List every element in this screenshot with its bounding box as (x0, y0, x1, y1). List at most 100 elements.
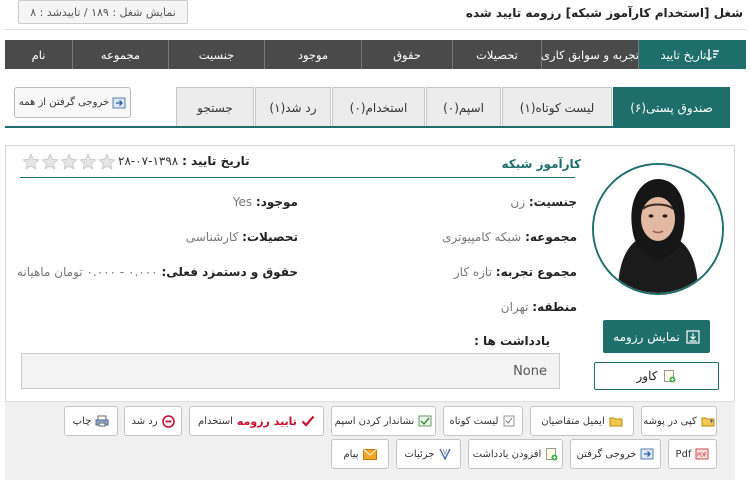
sort-category[interactable]: مجموعه (72, 40, 168, 69)
show-resume-label: نمایش رزومه (613, 329, 680, 344)
gender-label: جنسیت: (528, 195, 577, 209)
category-value: شبکه کامپیوتری (442, 230, 522, 244)
field-region: منطقه: تهران (501, 300, 577, 314)
printer-icon (95, 415, 109, 427)
tab-shortlist[interactable]: لیست کوتاه(۱) (502, 87, 612, 127)
copy-to-folder-label: کپی در پوشه (643, 415, 697, 427)
region-value: تهران (500, 300, 529, 314)
details-button[interactable]: جزئیات (396, 439, 461, 469)
candidate-photo (592, 163, 724, 295)
email-applicants-label: ایمیل متقاضیان (541, 415, 605, 427)
header-divider (5, 29, 746, 30)
sort-education[interactable]: تحصیلات (452, 40, 541, 69)
notes-label: یادداشت ها : (474, 334, 550, 348)
field-available: موجود: Yes (233, 195, 298, 209)
sort-salary[interactable]: حقوق (361, 40, 452, 69)
available-label: موجود: (255, 195, 298, 209)
print-label: چاپ (72, 415, 92, 427)
available-value: Yes (232, 195, 253, 209)
sort-descending-icon (706, 48, 720, 61)
export-button[interactable]: خروجی گرفتن (570, 439, 661, 469)
cover-letter-label: کاور (636, 369, 658, 383)
shortlist-label: لیست کوتاه (449, 415, 499, 427)
checkmark-icon (301, 415, 315, 427)
sort-available[interactable]: موجود (264, 40, 361, 69)
tab-search[interactable]: جستجو (176, 87, 254, 127)
folder-icon (609, 417, 623, 427)
mark-spam-label: نشاندار کردن اسپم (334, 415, 415, 427)
no-entry-icon (161, 414, 175, 428)
add-note-button[interactable]: افزودن یادداشت (468, 439, 563, 469)
candidate-job-title[interactable]: کارآموز شبکه (502, 157, 582, 171)
download-icon (686, 329, 700, 344)
sort-approval-date[interactable]: تاریخ تایید (638, 40, 746, 69)
approve-resume-button[interactable]: استخدام تایید رزومه (189, 406, 324, 436)
show-resume-button[interactable]: نمایش رزومه (603, 320, 710, 353)
tab-underline (5, 126, 730, 128)
export-icon (640, 448, 654, 460)
star-icon[interactable] (22, 153, 40, 171)
sort-label: تاریخ تایید (660, 47, 707, 62)
salary-label: حقوق و دستمزد فعلی: (161, 265, 298, 279)
approve-resume-label: تایید رزومه (236, 414, 297, 428)
add-note-label: افزودن یادداشت (472, 448, 542, 460)
star-icon[interactable] (41, 153, 59, 171)
export-label: خروجی گرفتن (576, 448, 637, 460)
shortlist-button[interactable]: لیست کوتاه (443, 406, 523, 436)
details-icon (439, 448, 452, 460)
cover-letter-button[interactable]: کاور (594, 362, 719, 390)
star-rating[interactable] (22, 153, 116, 171)
approval-date-label: تاریخ تایید : (182, 154, 250, 168)
tab-hired[interactable]: استخدام(۰) (332, 87, 425, 127)
shortlist-icon (503, 415, 515, 427)
document-add-icon (664, 369, 676, 382)
message-button[interactable]: پیام (331, 439, 389, 469)
sort-experience[interactable]: تجربه و سوابق کاری (541, 40, 639, 69)
details-label: جزئیات (404, 448, 435, 460)
field-category: مجموعه: شبکه کامپیوتری (442, 230, 577, 244)
sort-name[interactable]: نام (5, 40, 72, 69)
salary-value: ۰.۰۰۰ - ۰.۰۰۰ تومان ماهیانه (16, 265, 158, 279)
approval-date: تاریخ تایید : ۱۳۹۸-۰۷-۲۸ (118, 154, 250, 168)
job-stats-badge: نمایش شغل : ۱۸۹ / تاییدشد : ۸ (18, 0, 188, 24)
spam-flag-icon (418, 415, 432, 427)
copy-to-folder-button[interactable]: کپی در پوشه (641, 406, 717, 436)
mark-spam-button[interactable]: نشاندار کردن اسپم (331, 406, 436, 436)
avatar-portrait-icon (594, 165, 722, 293)
page-title: شغل [استخدام کارآموز شبکه] رزومه تایید ش… (465, 6, 743, 20)
approval-date-value: ۱۳۹۸-۰۷-۲۸ (118, 154, 179, 168)
gender-value: زن (510, 195, 525, 209)
svg-text:PDF: PDF (698, 453, 708, 459)
education-label: تحصیلات: (242, 230, 298, 244)
export-all-button[interactable]: خروجی گرفتن از همه (14, 87, 131, 118)
note-add-icon (546, 447, 558, 460)
field-experience: مجموع تجربه: تازه کار (454, 265, 577, 279)
star-icon[interactable] (98, 153, 116, 171)
field-education: تحصیلات: کارشناسی (186, 230, 298, 244)
field-salary: حقوق و دستمزد فعلی: ۰.۰۰۰ - ۰.۰۰۰ تومان … (17, 265, 298, 279)
reject-label: رد شد (131, 415, 158, 427)
notes-box: None (21, 353, 560, 389)
print-button[interactable]: چاپ (64, 406, 118, 436)
export-all-label: خروجی گرفتن از همه (18, 97, 110, 108)
experience-label: مجموع تجربه: (495, 265, 577, 279)
message-label: پیام (343, 448, 359, 460)
star-icon[interactable] (60, 153, 78, 171)
notes-value: None (513, 363, 547, 379)
export-icon (112, 97, 126, 108)
education-value: کارشناسی (185, 230, 239, 244)
category-label: مجموعه: (525, 230, 577, 244)
sort-gender[interactable]: جنسیت (168, 40, 264, 69)
field-gender: جنسیت: زن (510, 195, 577, 209)
envelope-icon (362, 448, 377, 460)
tab-inbox[interactable]: صندوق پستی(۶) (613, 87, 730, 127)
pdf-icon: PDF (695, 448, 709, 460)
star-icon[interactable] (79, 153, 97, 171)
reject-button[interactable]: رد شد (124, 406, 182, 436)
tab-spam[interactable]: اسپم(۰) (426, 87, 501, 127)
pdf-label: Pdf (675, 448, 692, 460)
email-applicants-button[interactable]: ایمیل متقاضیان (530, 406, 634, 436)
tab-rejected[interactable]: رد شد(۱) (255, 87, 331, 127)
pdf-button[interactable]: Pdf PDF (668, 439, 717, 469)
sort-bar: تاریخ تایید تجربه و سوابق کاری تحصیلات ح… (5, 40, 746, 69)
